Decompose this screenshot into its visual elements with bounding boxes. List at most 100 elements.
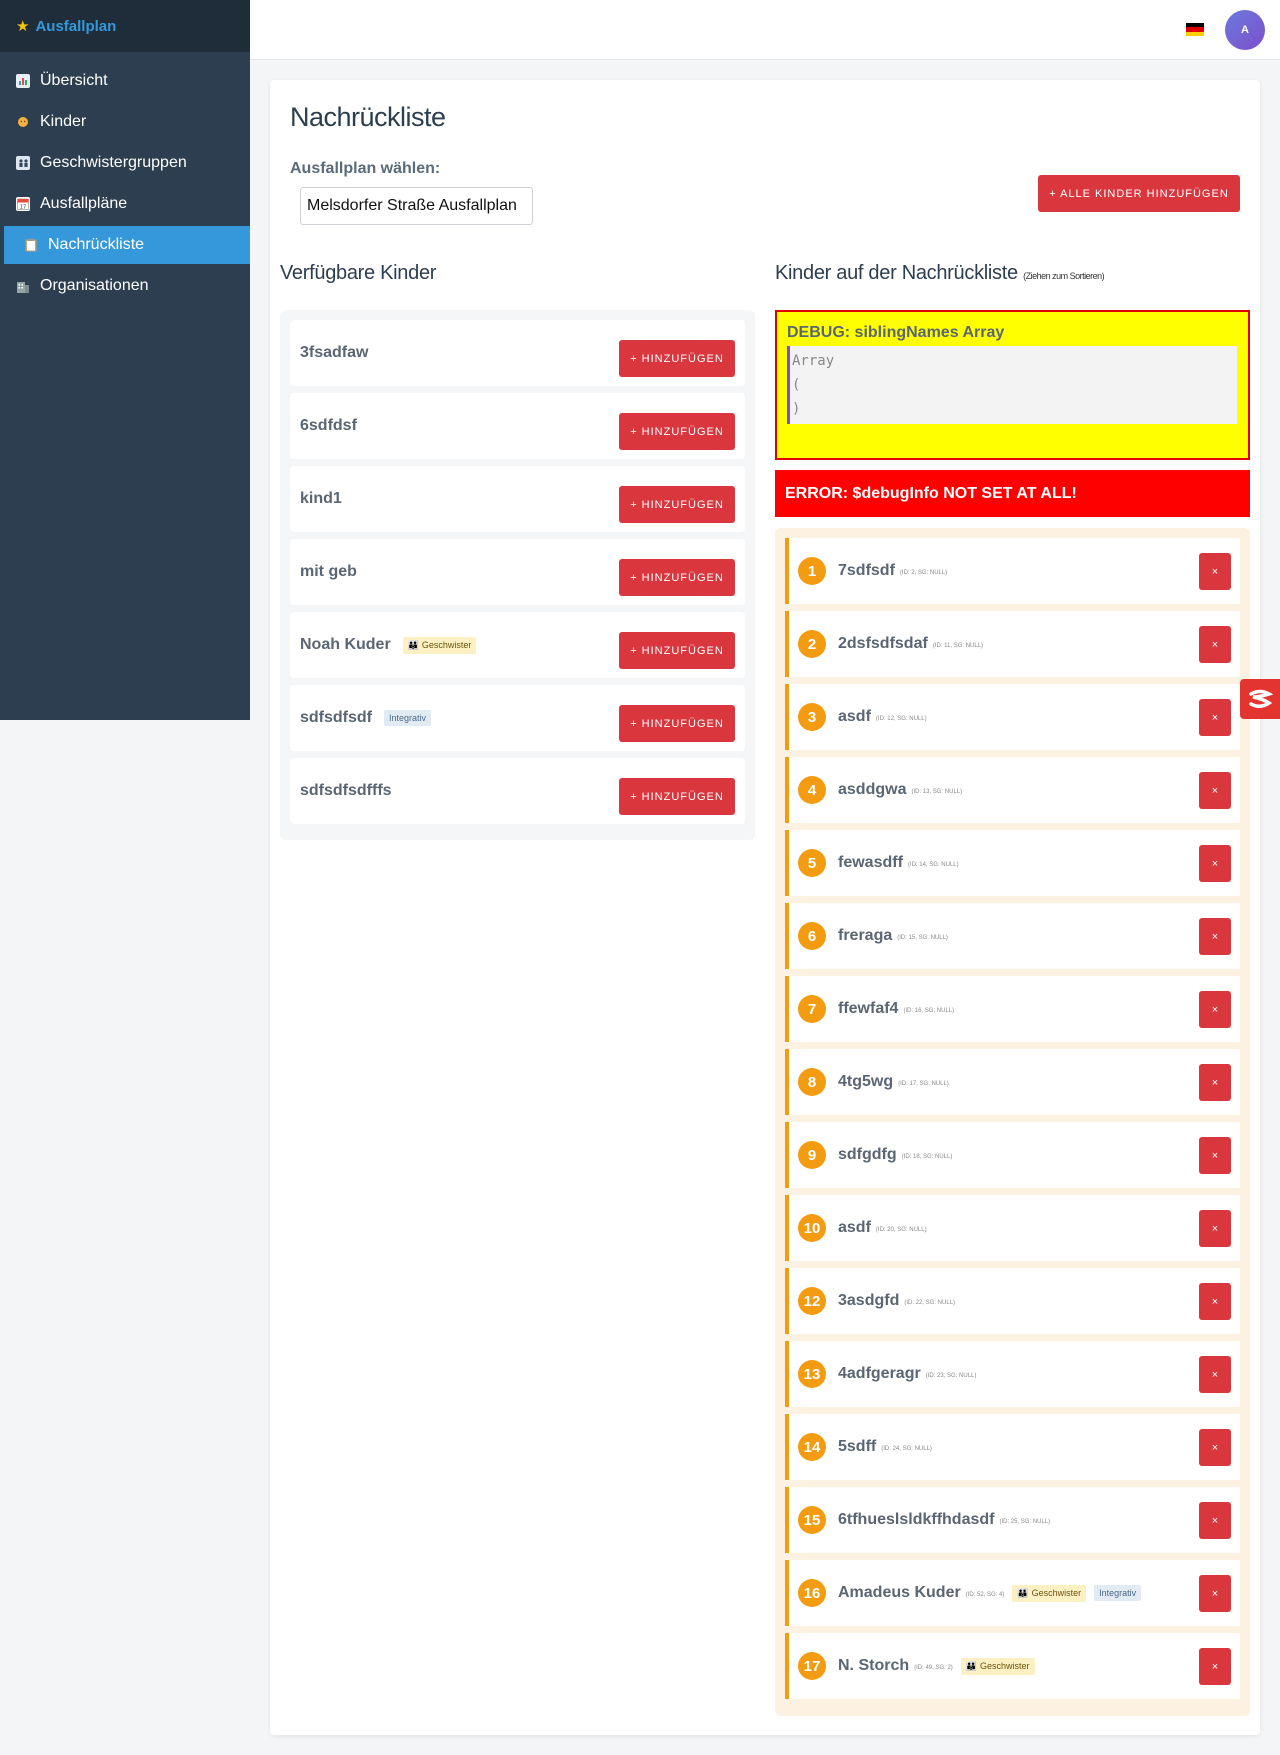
remove-child-button[interactable]: × xyxy=(1199,1575,1231,1612)
plan-select-label: Ausfallplan wählen: xyxy=(290,160,441,177)
list-item: sdfsdfsdf Integrativ + HINZUFÜGEN xyxy=(290,685,745,751)
add-child-button[interactable]: + HINZUFÜGEN xyxy=(619,778,735,815)
add-child-button[interactable]: + HINZUFÜGEN xyxy=(619,413,735,450)
sidebar-item-label: Nachrückliste xyxy=(48,236,145,253)
table-row[interactable]: 9 sdfgdfg (ID: 18, SG: NULL) × xyxy=(785,1122,1240,1188)
sidebar-item-label: Übersicht xyxy=(40,72,108,89)
table-row[interactable]: 17 N. Storch (ID: 49, SG: 2) 👪 Geschwiste… xyxy=(785,1633,1240,1699)
debug-box: DEBUG: siblingNames Array Array ( ) xyxy=(775,310,1250,460)
sidebar-item-ausfallplaene[interactable]: 17 Ausfallpläne xyxy=(0,185,250,223)
sibling-badge-label: Geschwister xyxy=(421,640,472,650)
table-row[interactable]: 15 6tfhueslsldkffhdasdf (ID: 25, SG: NUL… xyxy=(785,1487,1240,1553)
list-item: kind1 + HINZUFÜGEN xyxy=(290,466,745,532)
table-row[interactable]: 5 fewasdff (ID: 14, SG: NULL) × xyxy=(785,830,1240,896)
list-item: mit geb + HINZUFÜGEN xyxy=(290,539,745,605)
available-title: Verfügbare Kinder xyxy=(280,262,437,284)
table-row[interactable]: 3 asdf (ID: 12, SG: NULL) × xyxy=(785,684,1240,750)
child-meta: (ID: 14, SG: NULL) xyxy=(907,862,959,868)
child-name: 6tfhueslsldkffhdasdf xyxy=(838,1511,995,1528)
queue-position: 8 xyxy=(798,1068,826,1096)
sidebar: ★ Ausfallplan Übersicht Kinder Geschwist… xyxy=(0,0,250,720)
remove-child-button[interactable]: × xyxy=(1199,626,1231,663)
add-child-button[interactable]: + HINZUFÜGEN xyxy=(619,705,735,742)
table-row[interactable]: 8 4tg5wg (ID: 17, SG: NULL) × xyxy=(785,1049,1240,1115)
add-child-button[interactable]: + HINZUFÜGEN xyxy=(619,486,735,523)
child-name: 6sdfdsf xyxy=(300,417,357,434)
remove-child-button[interactable]: × xyxy=(1199,772,1231,809)
table-row[interactable]: 12 3asdgfd (ID: 22, SG: NULL) × xyxy=(785,1268,1240,1334)
available-list: 3fsadfaw + HINZUFÜGEN 6sdfdsf + HINZUFÜG… xyxy=(280,310,755,840)
family-icon: 👪 xyxy=(1017,1587,1029,1598)
calendar-icon: 17 xyxy=(16,197,30,211)
remove-child-button[interactable]: × xyxy=(1199,1648,1231,1685)
sidebar-item-kinder[interactable]: Kinder xyxy=(0,103,250,141)
sidebar-item-organisationen[interactable]: Organisationen xyxy=(0,267,250,305)
remove-child-button[interactable]: × xyxy=(1199,1210,1231,1247)
child-name: asdf xyxy=(838,1219,871,1236)
remove-child-button[interactable]: × xyxy=(1199,991,1231,1028)
page-title: Nachrückliste xyxy=(290,102,446,132)
brand-title: Ausfallplan xyxy=(35,17,117,35)
sibling-badge: 👪 Geschwister xyxy=(402,636,477,654)
remove-child-button[interactable]: × xyxy=(1199,1283,1231,1320)
queue-position: 15 xyxy=(798,1506,826,1534)
sidebar-item-geschwistergruppen[interactable]: Geschwistergruppen xyxy=(0,144,250,182)
table-row[interactable]: 16 Amadeus Kuder (ID: 52, SG: 4) 👪 Geschw… xyxy=(785,1560,1240,1626)
sidebar-item-label: Ausfallpläne xyxy=(40,195,128,212)
remove-child-button[interactable]: × xyxy=(1199,1502,1231,1539)
table-row[interactable]: 10 asdf (ID: 20, SG: NULL) × xyxy=(785,1195,1240,1261)
child-meta: (ID: 24, SG: NULL) xyxy=(881,1446,932,1452)
table-row[interactable]: 1 7sdfsdf (ID: 2, SG: NULL) × xyxy=(785,538,1240,604)
svg-text:17: 17 xyxy=(20,204,26,210)
debug-title: DEBUG: siblingNames Array xyxy=(787,324,1005,341)
child-meta: (ID: 52, SG: 4) xyxy=(965,1592,1005,1598)
child-name: 3asdgfd xyxy=(838,1292,900,1309)
table-row[interactable]: 13 4adfgeragr (ID: 23, SG: NULL) × xyxy=(785,1341,1240,1407)
remove-child-button[interactable]: × xyxy=(1199,845,1231,882)
table-row[interactable]: 4 asddgwa (ID: 13, SG: NULL) × xyxy=(785,757,1240,823)
child-name: Noah Kuder xyxy=(300,636,391,653)
remove-child-button[interactable]: × xyxy=(1199,1356,1231,1393)
child-meta: (ID: 23, SG: NULL) xyxy=(925,1373,977,1379)
table-row[interactable]: 14 5sdff (ID: 24, SG: NULL) × xyxy=(785,1414,1240,1480)
baby-icon xyxy=(16,115,30,129)
add-child-button[interactable]: + HINZUFÜGEN xyxy=(619,340,735,377)
queue-position: 10 xyxy=(798,1214,826,1242)
sidebar-item-uebersicht[interactable]: Übersicht xyxy=(0,62,250,100)
queue-position: 17 xyxy=(798,1652,826,1680)
remove-child-button[interactable]: × xyxy=(1199,1064,1231,1101)
brand[interactable]: ★ Ausfallplan xyxy=(0,0,250,52)
queue-sort-hint: (Ziehen zum Sortieren) xyxy=(1023,271,1105,281)
child-meta: (ID: 18, SG: NULL) xyxy=(901,1154,953,1160)
queue-position: 2 xyxy=(798,630,826,658)
topbar: A xyxy=(250,0,1280,60)
child-name: Amadeus Kuder xyxy=(838,1584,961,1601)
sidebar-item-label: Kinder xyxy=(40,113,87,130)
child-meta: (ID: 2, SG: NULL) xyxy=(899,570,948,576)
remove-child-button[interactable]: × xyxy=(1199,699,1231,736)
remove-child-button[interactable]: × xyxy=(1199,1429,1231,1466)
remove-child-button[interactable]: × xyxy=(1199,553,1231,590)
table-row[interactable]: 7 ffewfaf4 (ID: 16, SG: NULL) × xyxy=(785,976,1240,1042)
add-child-button[interactable]: + HINZUFÜGEN xyxy=(619,559,735,596)
sibling-badge-label: Geschwister xyxy=(1031,1588,1082,1598)
star-icon: ★ xyxy=(16,17,30,35)
table-row[interactable]: 2 2dsfsdfsdaf (ID: 11, SG: NULL) × xyxy=(785,611,1240,677)
de-flag-icon[interactable] xyxy=(1186,23,1204,36)
queue-position: 14 xyxy=(798,1433,826,1461)
building-icon xyxy=(16,279,30,293)
sidebar-item-nachrueckliste[interactable]: Nachrückliste xyxy=(4,226,250,264)
add-all-children-button[interactable]: + ALLE KINDER HINZUFÜGEN xyxy=(1038,175,1240,212)
debug-kit-icon[interactable] xyxy=(1240,679,1280,719)
remove-child-button[interactable]: × xyxy=(1199,918,1231,955)
table-row[interactable]: 6 freraga (ID: 15, SG: NULL) × xyxy=(785,903,1240,969)
list-item: sdfsdfsdfffs + HINZUFÜGEN xyxy=(290,758,745,824)
queue-position: 9 xyxy=(798,1141,826,1169)
remove-child-button[interactable]: × xyxy=(1199,1137,1231,1174)
child-name: fewasdff xyxy=(838,854,903,871)
child-name: freraga xyxy=(838,927,893,944)
plan-select[interactable]: Melsdorfer Straße Ausfallplan xyxy=(300,187,533,225)
child-meta: (ID: 16, SG: NULL) xyxy=(903,1008,955,1014)
add-child-button[interactable]: + HINZUFÜGEN xyxy=(619,632,735,669)
avatar[interactable]: A xyxy=(1225,10,1265,50)
